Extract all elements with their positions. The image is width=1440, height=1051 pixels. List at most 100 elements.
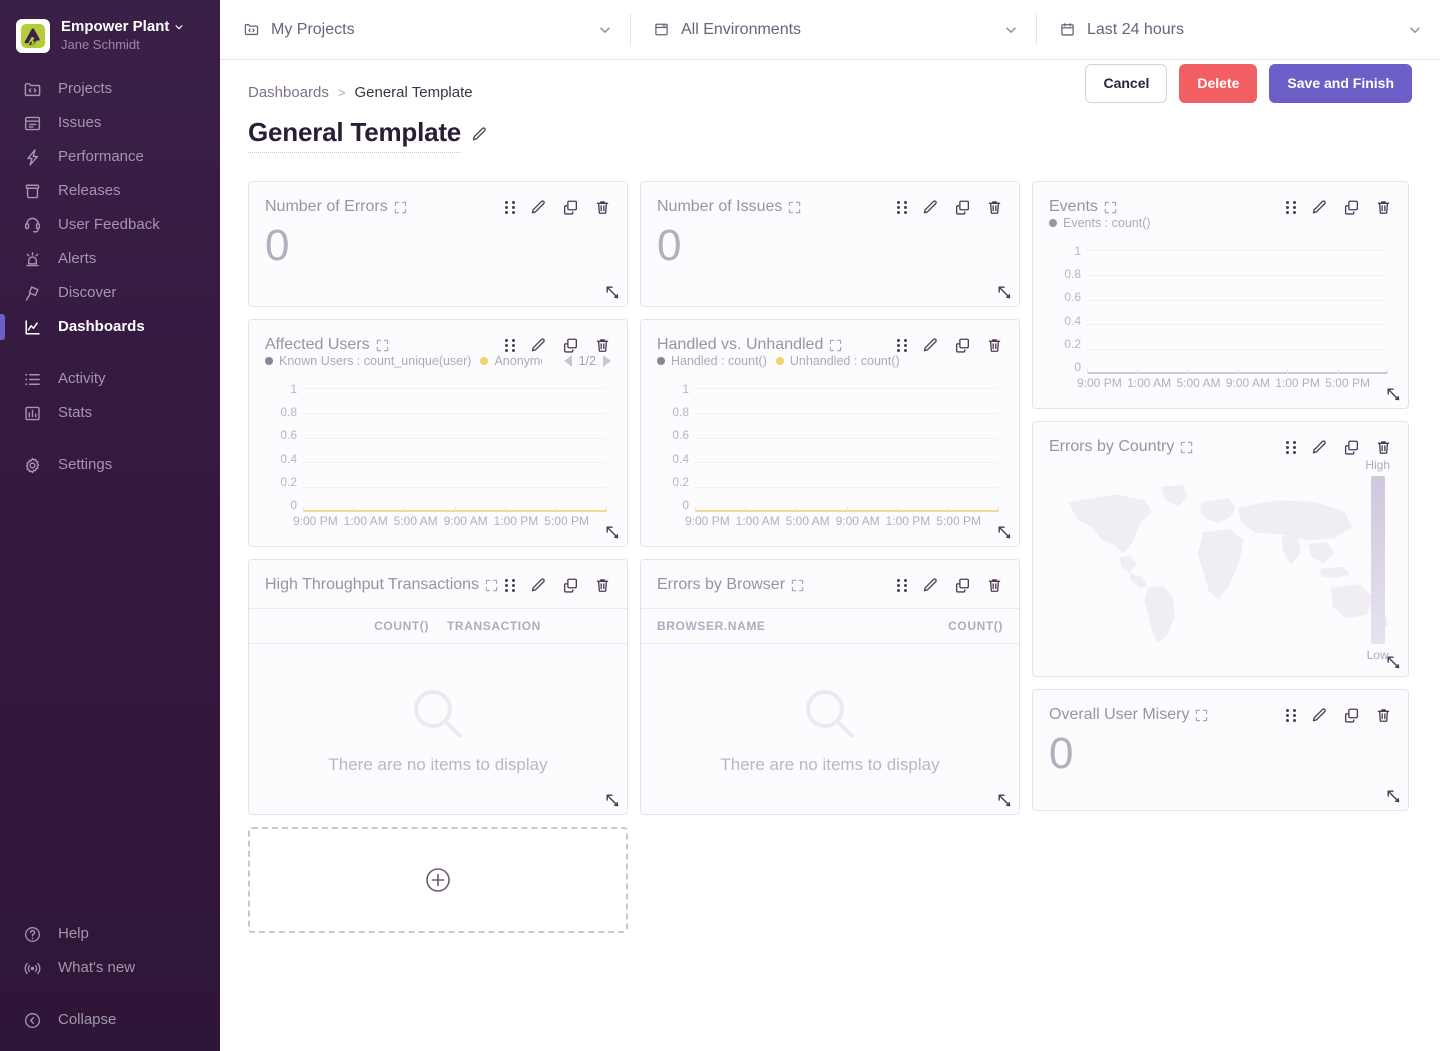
column-header[interactable]: TRANSACTION <box>429 619 611 633</box>
resize-handle-icon[interactable] <box>1385 386 1401 402</box>
legend-next-button[interactable] <box>603 355 611 367</box>
duplicate-widget-button[interactable] <box>562 337 579 354</box>
legend-item[interactable]: Known Users : count_unique(user) <box>265 354 471 368</box>
widget-handled-vs-unhandled[interactable]: Handled vs. Unhandled <box>640 319 1020 547</box>
drag-handle-icon[interactable] <box>505 579 515 593</box>
edit-widget-button[interactable] <box>1311 199 1328 216</box>
drag-handle-icon[interactable] <box>505 201 515 215</box>
legend-prev-button[interactable] <box>564 355 572 367</box>
drag-handle-icon[interactable] <box>1286 441 1296 455</box>
sidebar-item-collapse[interactable]: Collapse <box>0 1003 220 1037</box>
drag-handle-icon[interactable] <box>897 579 907 593</box>
column-header[interactable]: COUNT() <box>265 619 429 633</box>
edit-widget-button[interactable] <box>922 199 939 216</box>
chevron-down-icon[interactable] <box>174 22 184 32</box>
widget-number-of-errors[interactable]: Number of Errors <box>248 181 628 307</box>
resize-handle-icon[interactable] <box>996 284 1012 300</box>
delete-widget-button[interactable] <box>986 577 1003 594</box>
edit-widget-button[interactable] <box>1311 439 1328 456</box>
drag-handle-icon[interactable] <box>1286 201 1296 215</box>
sidebar-item-settings[interactable]: Settings <box>0 448 220 482</box>
drag-handle-icon[interactable] <box>505 339 515 353</box>
pencil-edit-icon[interactable] <box>471 126 488 143</box>
duplicate-widget-button[interactable] <box>1343 439 1360 456</box>
expand-fullscreen-icon[interactable] <box>1104 201 1117 214</box>
edit-widget-button[interactable] <box>1311 707 1328 724</box>
resize-handle-icon[interactable] <box>604 284 620 300</box>
edit-widget-button[interactable] <box>530 577 547 594</box>
drag-handle-icon[interactable] <box>897 201 907 215</box>
widget-errors-by-country[interactable]: Errors by Country <box>1032 421 1409 677</box>
resize-handle-icon[interactable] <box>1385 654 1401 670</box>
expand-fullscreen-icon[interactable] <box>788 201 801 214</box>
delete-widget-button[interactable] <box>594 577 611 594</box>
delete-widget-button[interactable] <box>986 199 1003 216</box>
expand-fullscreen-icon[interactable] <box>1195 709 1208 722</box>
sidebar-item-performance[interactable]: Performance <box>0 140 220 174</box>
duplicate-widget-button[interactable] <box>562 199 579 216</box>
expand-fullscreen-icon[interactable] <box>791 579 804 592</box>
edit-widget-button[interactable] <box>530 199 547 216</box>
resize-handle-icon[interactable] <box>996 792 1012 808</box>
project-filter[interactable]: My Projects <box>220 0 630 59</box>
duplicate-widget-button[interactable] <box>562 577 579 594</box>
edit-widget-button[interactable] <box>922 337 939 354</box>
delete-button[interactable]: Delete <box>1179 64 1257 103</box>
sidebar-item-issues[interactable]: Issues <box>0 106 220 140</box>
sidebar-item-alerts[interactable]: Alerts <box>0 242 220 276</box>
chevron-down-icon[interactable] <box>1004 23 1018 37</box>
sidebar-item-discover[interactable]: Discover <box>0 276 220 310</box>
resize-handle-icon[interactable] <box>996 524 1012 540</box>
duplicate-widget-button[interactable] <box>1343 707 1360 724</box>
org-switcher[interactable]: Empower Plant Jane Schmidt <box>0 14 220 72</box>
sidebar-item-help[interactable]: Help <box>0 917 220 951</box>
add-widget-button[interactable] <box>248 827 628 933</box>
chevron-down-icon[interactable] <box>1408 23 1422 37</box>
delete-widget-button[interactable] <box>1375 707 1392 724</box>
page-title[interactable]: General Template <box>248 117 461 153</box>
expand-fullscreen-icon[interactable] <box>376 339 389 352</box>
sidebar-item-projects[interactable]: Projects <box>0 72 220 106</box>
column-header[interactable]: BROWSER.NAME <box>657 619 830 633</box>
widget-high-throughput-transactions[interactable]: High Throughput Transactions <box>248 559 628 815</box>
environment-filter[interactable]: All Environments <box>630 0 1036 59</box>
delete-widget-button[interactable] <box>1375 199 1392 216</box>
edit-widget-button[interactable] <box>922 577 939 594</box>
chevron-down-icon[interactable] <box>598 23 612 37</box>
sidebar-item-stats[interactable]: Stats <box>0 396 220 430</box>
expand-fullscreen-icon[interactable] <box>485 579 498 592</box>
cancel-button[interactable]: Cancel <box>1085 64 1167 103</box>
drag-handle-icon[interactable] <box>1286 709 1296 723</box>
sidebar-item-dashboards[interactable]: Dashboards <box>0 310 220 344</box>
edit-widget-button[interactable] <box>530 337 547 354</box>
duplicate-widget-button[interactable] <box>954 577 971 594</box>
widget-errors-by-browser[interactable]: Errors by Browser <box>640 559 1020 815</box>
column-header[interactable]: COUNT() <box>830 619 1003 633</box>
sidebar-item-user-feedback[interactable]: User Feedback <box>0 208 220 242</box>
sidebar-item-activity[interactable]: Activity <box>0 362 220 396</box>
widget-overall-user-misery[interactable]: Overall User Misery <box>1032 689 1409 811</box>
sidebar-item-whats-new[interactable]: What's new <box>0 951 220 985</box>
delete-widget-button[interactable] <box>594 199 611 216</box>
legend-item[interactable]: Handled : count() <box>657 354 767 368</box>
delete-widget-button[interactable] <box>1375 439 1392 456</box>
breadcrumb-dashboards-link[interactable]: Dashboards <box>248 84 329 101</box>
expand-fullscreen-icon[interactable] <box>1180 441 1193 454</box>
legend-item[interactable]: Unhandled : count() <box>776 354 900 368</box>
delete-widget-button[interactable] <box>594 337 611 354</box>
legend-item[interactable]: Anonymous Users : count_unique(user) <box>480 354 542 368</box>
legend-item[interactable]: Events : count() <box>1049 216 1151 230</box>
expand-fullscreen-icon[interactable] <box>829 339 842 352</box>
duplicate-widget-button[interactable] <box>954 199 971 216</box>
widget-number-of-issues[interactable]: Number of Issues <box>640 181 1020 307</box>
expand-fullscreen-icon[interactable] <box>394 201 407 214</box>
resize-handle-icon[interactable] <box>1385 788 1401 804</box>
widget-affected-users[interactable]: Affected Users <box>248 319 628 547</box>
resize-handle-icon[interactable] <box>604 524 620 540</box>
widget-events[interactable]: Events <box>1032 181 1409 409</box>
save-and-finish-button[interactable]: Save and Finish <box>1269 64 1412 103</box>
drag-handle-icon[interactable] <box>897 339 907 353</box>
resize-handle-icon[interactable] <box>604 792 620 808</box>
sidebar-item-releases[interactable]: Releases <box>0 174 220 208</box>
duplicate-widget-button[interactable] <box>1343 199 1360 216</box>
